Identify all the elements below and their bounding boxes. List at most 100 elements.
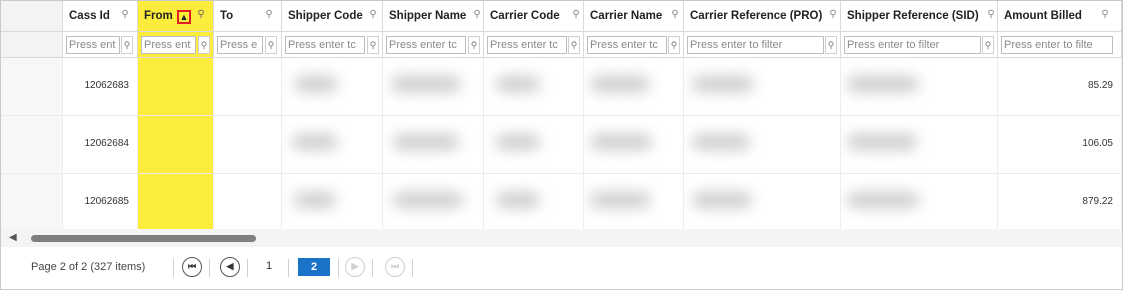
filter-cell-shipper-name: ⚲ — [383, 32, 484, 58]
redacted-value — [847, 134, 917, 150]
table-row-shipper-name[interactable] — [383, 174, 484, 229]
page-number-1[interactable]: 1 — [266, 260, 272, 272]
filter-input-carrier-reference[interactable] — [687, 36, 824, 54]
table-row-carrier-reference[interactable] — [684, 58, 841, 116]
filter-options-icon[interactable]: ⚲ — [121, 36, 133, 54]
amount-billed-value: 106.05 — [1082, 138, 1113, 149]
filter-pin-icon[interactable]: ⚲ — [368, 8, 378, 22]
table-row-amount-billed[interactable]: 106.05 — [998, 116, 1122, 174]
table-row-carrier-code[interactable] — [484, 58, 584, 116]
column-header-carrier-reference[interactable]: Carrier Reference (PRO) ⚲ — [684, 1, 841, 32]
column-header-shipper-name[interactable]: Shipper Name ⚲ — [383, 1, 484, 32]
table-row-carrier-code[interactable] — [484, 116, 584, 174]
next-page-icon[interactable]: ▶ — [345, 257, 365, 277]
filter-options-icon[interactable]: ⚲ — [568, 36, 580, 54]
filter-input-carrier-code[interactable] — [487, 36, 567, 54]
pager-divider — [288, 259, 289, 277]
filter-options-icon[interactable]: ⚲ — [468, 36, 480, 54]
filter-pin-icon[interactable]: ⚲ — [264, 8, 274, 22]
filter-options-icon[interactable]: ⚲ — [982, 36, 994, 54]
table-row-cass-id[interactable]: 12062684 — [63, 116, 138, 174]
table-row-shipper-reference[interactable] — [841, 174, 998, 229]
filter-pin-icon[interactable]: ⚲ — [986, 8, 996, 22]
table-row-to[interactable] — [214, 116, 282, 174]
filter-pin-icon[interactable]: ⚲ — [120, 8, 130, 22]
filter-cell-shipper-reference: ⚲ — [841, 32, 998, 58]
cass-id-value: 12062683 — [84, 80, 130, 91]
filter-input-amount-billed[interactable] — [1001, 36, 1113, 54]
filter-input-shipper-code[interactable] — [285, 36, 365, 54]
table-row-carrier-name[interactable] — [584, 174, 684, 229]
filter-options-icon[interactable]: ⚲ — [825, 36, 837, 54]
page-number-2-current[interactable]: 2 — [298, 258, 330, 276]
horizontal-scrollbar[interactable]: ◀ — [1, 229, 1122, 247]
scrollbar-thumb[interactable] — [31, 235, 256, 242]
filter-pin-icon[interactable]: ⚲ — [1100, 8, 1110, 22]
column-header-shipper-reference[interactable]: Shipper Reference (SID) ⚲ — [841, 1, 998, 32]
scroll-left-icon[interactable]: ◀ — [9, 232, 17, 243]
column-header-carrier-name[interactable]: Carrier Name ⚲ — [584, 1, 684, 32]
table-row-from[interactable] — [138, 116, 214, 174]
table-row-shipper-code[interactable] — [282, 58, 383, 116]
filter-pin-icon[interactable]: ⚲ — [670, 8, 680, 22]
column-header-label: Shipper Code — [288, 10, 363, 22]
table-row-amount-billed[interactable]: 85.29 — [998, 58, 1122, 116]
table-row-to[interactable] — [214, 58, 282, 116]
table-row-carrier-reference[interactable] — [684, 174, 841, 229]
table-row-shipper-reference[interactable] — [841, 116, 998, 174]
row-indicator[interactable] — [1, 58, 63, 116]
first-page-icon[interactable]: ⏮ — [182, 257, 202, 277]
column-header-carrier-code[interactable]: Carrier Code ⚲ — [484, 1, 584, 32]
table-row-cass-id[interactable]: 12062683 — [63, 58, 138, 116]
filter-input-cass-id[interactable] — [66, 36, 120, 54]
previous-page-icon[interactable]: ◀ — [220, 257, 240, 277]
table-row-to[interactable] — [214, 174, 282, 229]
filter-options-icon[interactable]: ⚲ — [265, 36, 277, 54]
row-indicator-header — [1, 1, 63, 32]
table-row-carrier-name[interactable] — [584, 58, 684, 116]
pager-divider — [173, 259, 174, 277]
row-indicator[interactable] — [1, 116, 63, 174]
table-row-shipper-name[interactable] — [383, 58, 484, 116]
table-row-shipper-reference[interactable] — [841, 58, 998, 116]
redacted-value — [847, 76, 919, 92]
row-indicator[interactable] — [1, 174, 63, 229]
column-header-to[interactable]: To ⚲ — [214, 1, 282, 32]
filter-pin-icon[interactable]: ⚲ — [571, 8, 581, 22]
pager-divider — [372, 259, 373, 277]
column-header-from[interactable]: From ⚲ — [138, 1, 214, 32]
table-row-shipper-name[interactable] — [383, 116, 484, 174]
filter-input-from[interactable] — [141, 36, 196, 54]
filter-pin-icon[interactable]: ⚲ — [828, 8, 838, 22]
sort-ascending-icon[interactable]: ▲ — [177, 10, 191, 24]
table-row-from[interactable] — [138, 58, 214, 116]
filter-options-icon[interactable]: ⚲ — [367, 36, 379, 54]
filter-input-to[interactable] — [217, 36, 263, 54]
column-header-cass-id[interactable]: Cass Id ⚲ — [63, 1, 138, 32]
table-row-cass-id[interactable]: 12062685 — [63, 174, 138, 229]
table-row-carrier-code[interactable] — [484, 174, 584, 229]
filter-pin-icon[interactable]: ⚲ — [472, 8, 482, 22]
filter-input-shipper-reference[interactable] — [844, 36, 981, 54]
table-row-from[interactable] — [138, 174, 214, 229]
filter-options-icon[interactable]: ⚲ — [198, 36, 210, 54]
filter-pin-icon[interactable]: ⚲ — [196, 8, 206, 22]
last-page-icon[interactable]: ⏭ — [385, 257, 405, 277]
filter-input-carrier-name[interactable] — [587, 36, 667, 54]
table-row-shipper-code[interactable] — [282, 116, 383, 174]
filter-input-shipper-name[interactable] — [386, 36, 466, 54]
table-row-amount-billed[interactable]: 879.22 — [998, 174, 1122, 229]
filter-options-icon[interactable]: ⚲ — [668, 36, 680, 54]
cass-id-value: 12062685 — [84, 196, 130, 207]
redacted-value — [847, 192, 919, 208]
redacted-value — [590, 134, 652, 150]
redacted-value — [496, 192, 540, 208]
pager-divider — [338, 259, 339, 277]
filter-cell-cass-id: ⚲ — [63, 32, 138, 58]
column-header-amount-billed[interactable]: Amount Billed ⚲ — [998, 1, 1122, 32]
table-row-carrier-reference[interactable] — [684, 116, 841, 174]
column-header-shipper-code[interactable]: Shipper Code ⚲ — [282, 1, 383, 32]
table-row-carrier-name[interactable] — [584, 116, 684, 174]
table-row-shipper-code[interactable] — [282, 174, 383, 229]
pager-divider — [209, 259, 210, 277]
